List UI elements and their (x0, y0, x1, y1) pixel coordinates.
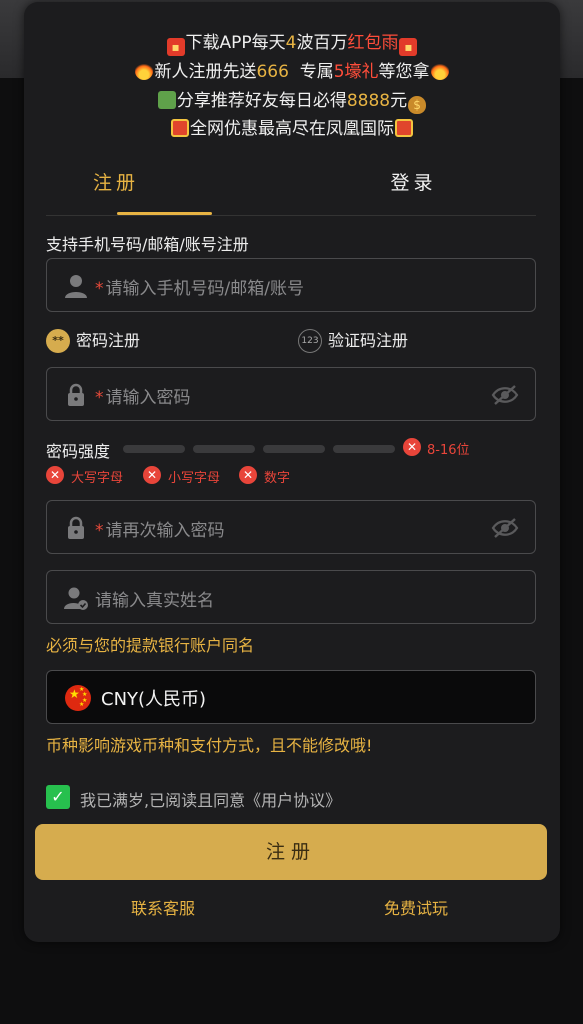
strength-bar-4 (333, 445, 395, 453)
fire-icon (430, 62, 449, 80)
upper-fail-icon: ✕ (46, 466, 64, 484)
register-button[interactable]: 注册 (35, 824, 547, 880)
currency-select[interactable]: ★ ★ ★ ★ ★ CNY(人民币) (46, 670, 536, 724)
agree-text[interactable]: 我已满岁,已阅读且同意《用户协议》 (80, 787, 341, 811)
account-input[interactable]: * 请输入手机号码/邮箱/账号 (95, 274, 304, 299)
confirm-password-input[interactable]: * 请再次输入密码 (95, 516, 225, 541)
currency-hint: 币种影响游戏币种和支付方式，且不能修改哦! (46, 736, 373, 755)
code-mode-icon: 123 (298, 329, 322, 353)
confirm-password-field[interactable]: * 请再次输入密码 (46, 500, 536, 554)
support-label: 支持手机号码/邮箱/账号注册 (46, 235, 249, 254)
strength-bar-3 (263, 445, 325, 453)
rule-lower: 小写字母 (168, 471, 221, 486)
promo-line-1: ▪ 下载APP每天4波百万红包雨 ▪ (24, 28, 560, 56)
user-icon (65, 275, 87, 298)
gift-icon (395, 119, 413, 137)
realname-field[interactable]: 请输入真实姓名 (46, 570, 536, 624)
mode-password-radio[interactable]: ** 密码注册 (46, 328, 186, 354)
promo-line-4: 全网优惠最高尽在凤凰国际 (24, 114, 560, 139)
tab-active-indicator (117, 212, 212, 215)
eye-off-icon[interactable] (491, 516, 519, 540)
account-field[interactable]: * 请输入手机号码/邮箱/账号 (46, 258, 536, 312)
password-input[interactable]: * 请输入密码 (95, 383, 191, 408)
tab-register[interactable]: 注册 (46, 162, 286, 216)
password-field[interactable]: * 请输入密码 (46, 367, 536, 421)
tab-login[interactable]: 登录 (291, 162, 536, 216)
lower-fail-icon: ✕ (143, 466, 161, 484)
length-fail-icon: ✕ (403, 438, 421, 456)
auth-tabs: 注册 登录 (46, 162, 536, 216)
mode-code-radio[interactable]: 123 验证码注册 (298, 328, 438, 354)
promo-line-3: 分享推荐好友每日必得8888元 $ (24, 86, 560, 114)
realname-input[interactable]: 请输入真实姓名 (95, 586, 214, 611)
strength-bar-1 (123, 445, 185, 453)
lock-icon (68, 516, 84, 539)
free-trial-link[interactable]: 免费试玩 (384, 895, 448, 919)
promo-line-2: 新人注册先送666 专属5壕礼等您拿 (24, 57, 560, 82)
register-card: ▪ 下载APP每天4波百万红包雨 ▪ 新人注册先送666 专属5壕礼等您拿 分享推荐… (24, 2, 560, 942)
red-envelope-icon: ▪ (166, 38, 185, 56)
money-bag-icon: $ (408, 96, 427, 114)
strength-label: 密码强度 (46, 442, 111, 461)
rule-digit: 数字 (264, 471, 291, 486)
currency-value: CNY(人民币) (101, 689, 207, 710)
realname-hint: 必须与您的提款银行账户同名 (46, 636, 255, 655)
china-flag-icon: ★ ★ ★ ★ ★ (65, 685, 91, 711)
strength-bar-2 (193, 445, 255, 453)
user-check-icon (64, 587, 88, 610)
gift-icon (171, 119, 189, 137)
fire-icon (135, 62, 154, 80)
lock-icon (68, 383, 84, 406)
red-envelope-icon: ▪ (399, 38, 418, 56)
contact-support-link[interactable]: 联系客服 (131, 895, 195, 919)
eye-off-icon[interactable] (491, 383, 519, 407)
digit-fail-icon: ✕ (239, 466, 257, 484)
password-mode-icon: ** (46, 329, 70, 353)
money-icon (157, 91, 176, 109)
length-rule: 8-16位 (427, 443, 470, 458)
rule-upper: 大写字母 (71, 471, 124, 486)
agree-checkbox[interactable]: ✓ (46, 785, 70, 809)
